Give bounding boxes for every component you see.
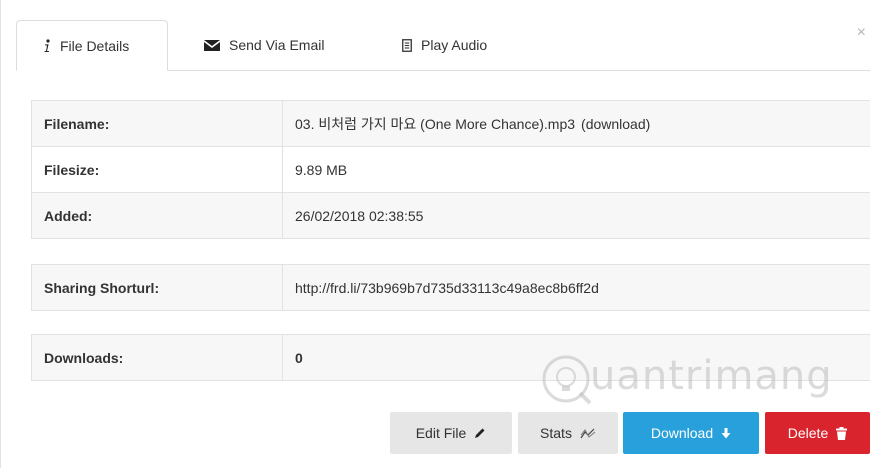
envelope-icon	[204, 39, 220, 51]
shorturl-value[interactable]: http://frd.li/73b969b7d735d33113c49a8ec8…	[282, 264, 870, 311]
close-icon[interactable]: ×	[857, 24, 866, 42]
table-row: Added: 26/02/2018 02:38:55	[31, 192, 870, 239]
shorturl-label: Sharing Shorturl:	[31, 264, 283, 311]
edit-file-label: Edit File	[415, 425, 467, 441]
filesize-value: 9.89 MB	[282, 146, 870, 193]
delete-label: Delete	[787, 425, 829, 441]
downloads-label: Downloads:	[31, 334, 283, 381]
tab-play-audio[interactable]: Play Audio	[402, 20, 487, 70]
tab-file-details-label: File Details	[60, 37, 130, 54]
filename-text: 03. 비처럼 가지 마요 (One More Chance).mp3	[295, 115, 576, 132]
document-icon	[402, 38, 412, 52]
filename-value: 03. 비처럼 가지 마요 (One More Chance).mp3 (down…	[282, 100, 870, 147]
filesize-label: Filesize:	[31, 146, 283, 193]
download-button[interactable]: Download	[623, 412, 759, 454]
info-icon	[43, 38, 51, 53]
table-row: Downloads: 0	[31, 334, 870, 381]
filename-label: Filename:	[31, 100, 283, 147]
tab-bar: File Details Send Via Email Play Audio ×	[0, 0, 870, 71]
table-row: Sharing Shorturl: http://frd.li/73b969b7…	[31, 264, 870, 311]
stats-label: Stats	[540, 425, 572, 441]
tab-play-audio-label: Play Audio	[421, 37, 488, 53]
pencil-icon	[474, 427, 486, 439]
dialog-border	[0, 0, 1, 468]
download-label: Download	[650, 425, 714, 441]
tab-divider	[168, 70, 870, 71]
tab-send-via-email[interactable]: Send Via Email	[204, 20, 324, 70]
added-value: 26/02/2018 02:38:55	[282, 192, 870, 239]
tab-send-via-email-label: Send Via Email	[229, 37, 325, 53]
chart-line-icon	[580, 427, 596, 439]
tab-file-details[interactable]: File Details	[16, 20, 168, 71]
downloads-table: Downloads: 0	[31, 334, 870, 381]
stats-button[interactable]: Stats	[518, 412, 618, 454]
table-row: Filesize: 9.89 MB	[31, 146, 870, 193]
delete-button[interactable]: Delete	[765, 412, 870, 454]
download-link[interactable]: (download)	[581, 116, 650, 132]
edit-file-button[interactable]: Edit File	[390, 412, 512, 454]
downloads-value: 0	[282, 334, 870, 381]
shorturl-table: Sharing Shorturl: http://frd.li/73b969b7…	[31, 264, 870, 311]
table-row: Filename: 03. 비처럼 가지 마요 (One More Chance…	[31, 100, 870, 147]
trash-icon	[836, 426, 848, 440]
file-details-table: Filename: 03. 비처럼 가지 마요 (One More Chance…	[31, 100, 870, 239]
arrow-down-icon	[721, 427, 731, 439]
added-label: Added:	[31, 192, 283, 239]
